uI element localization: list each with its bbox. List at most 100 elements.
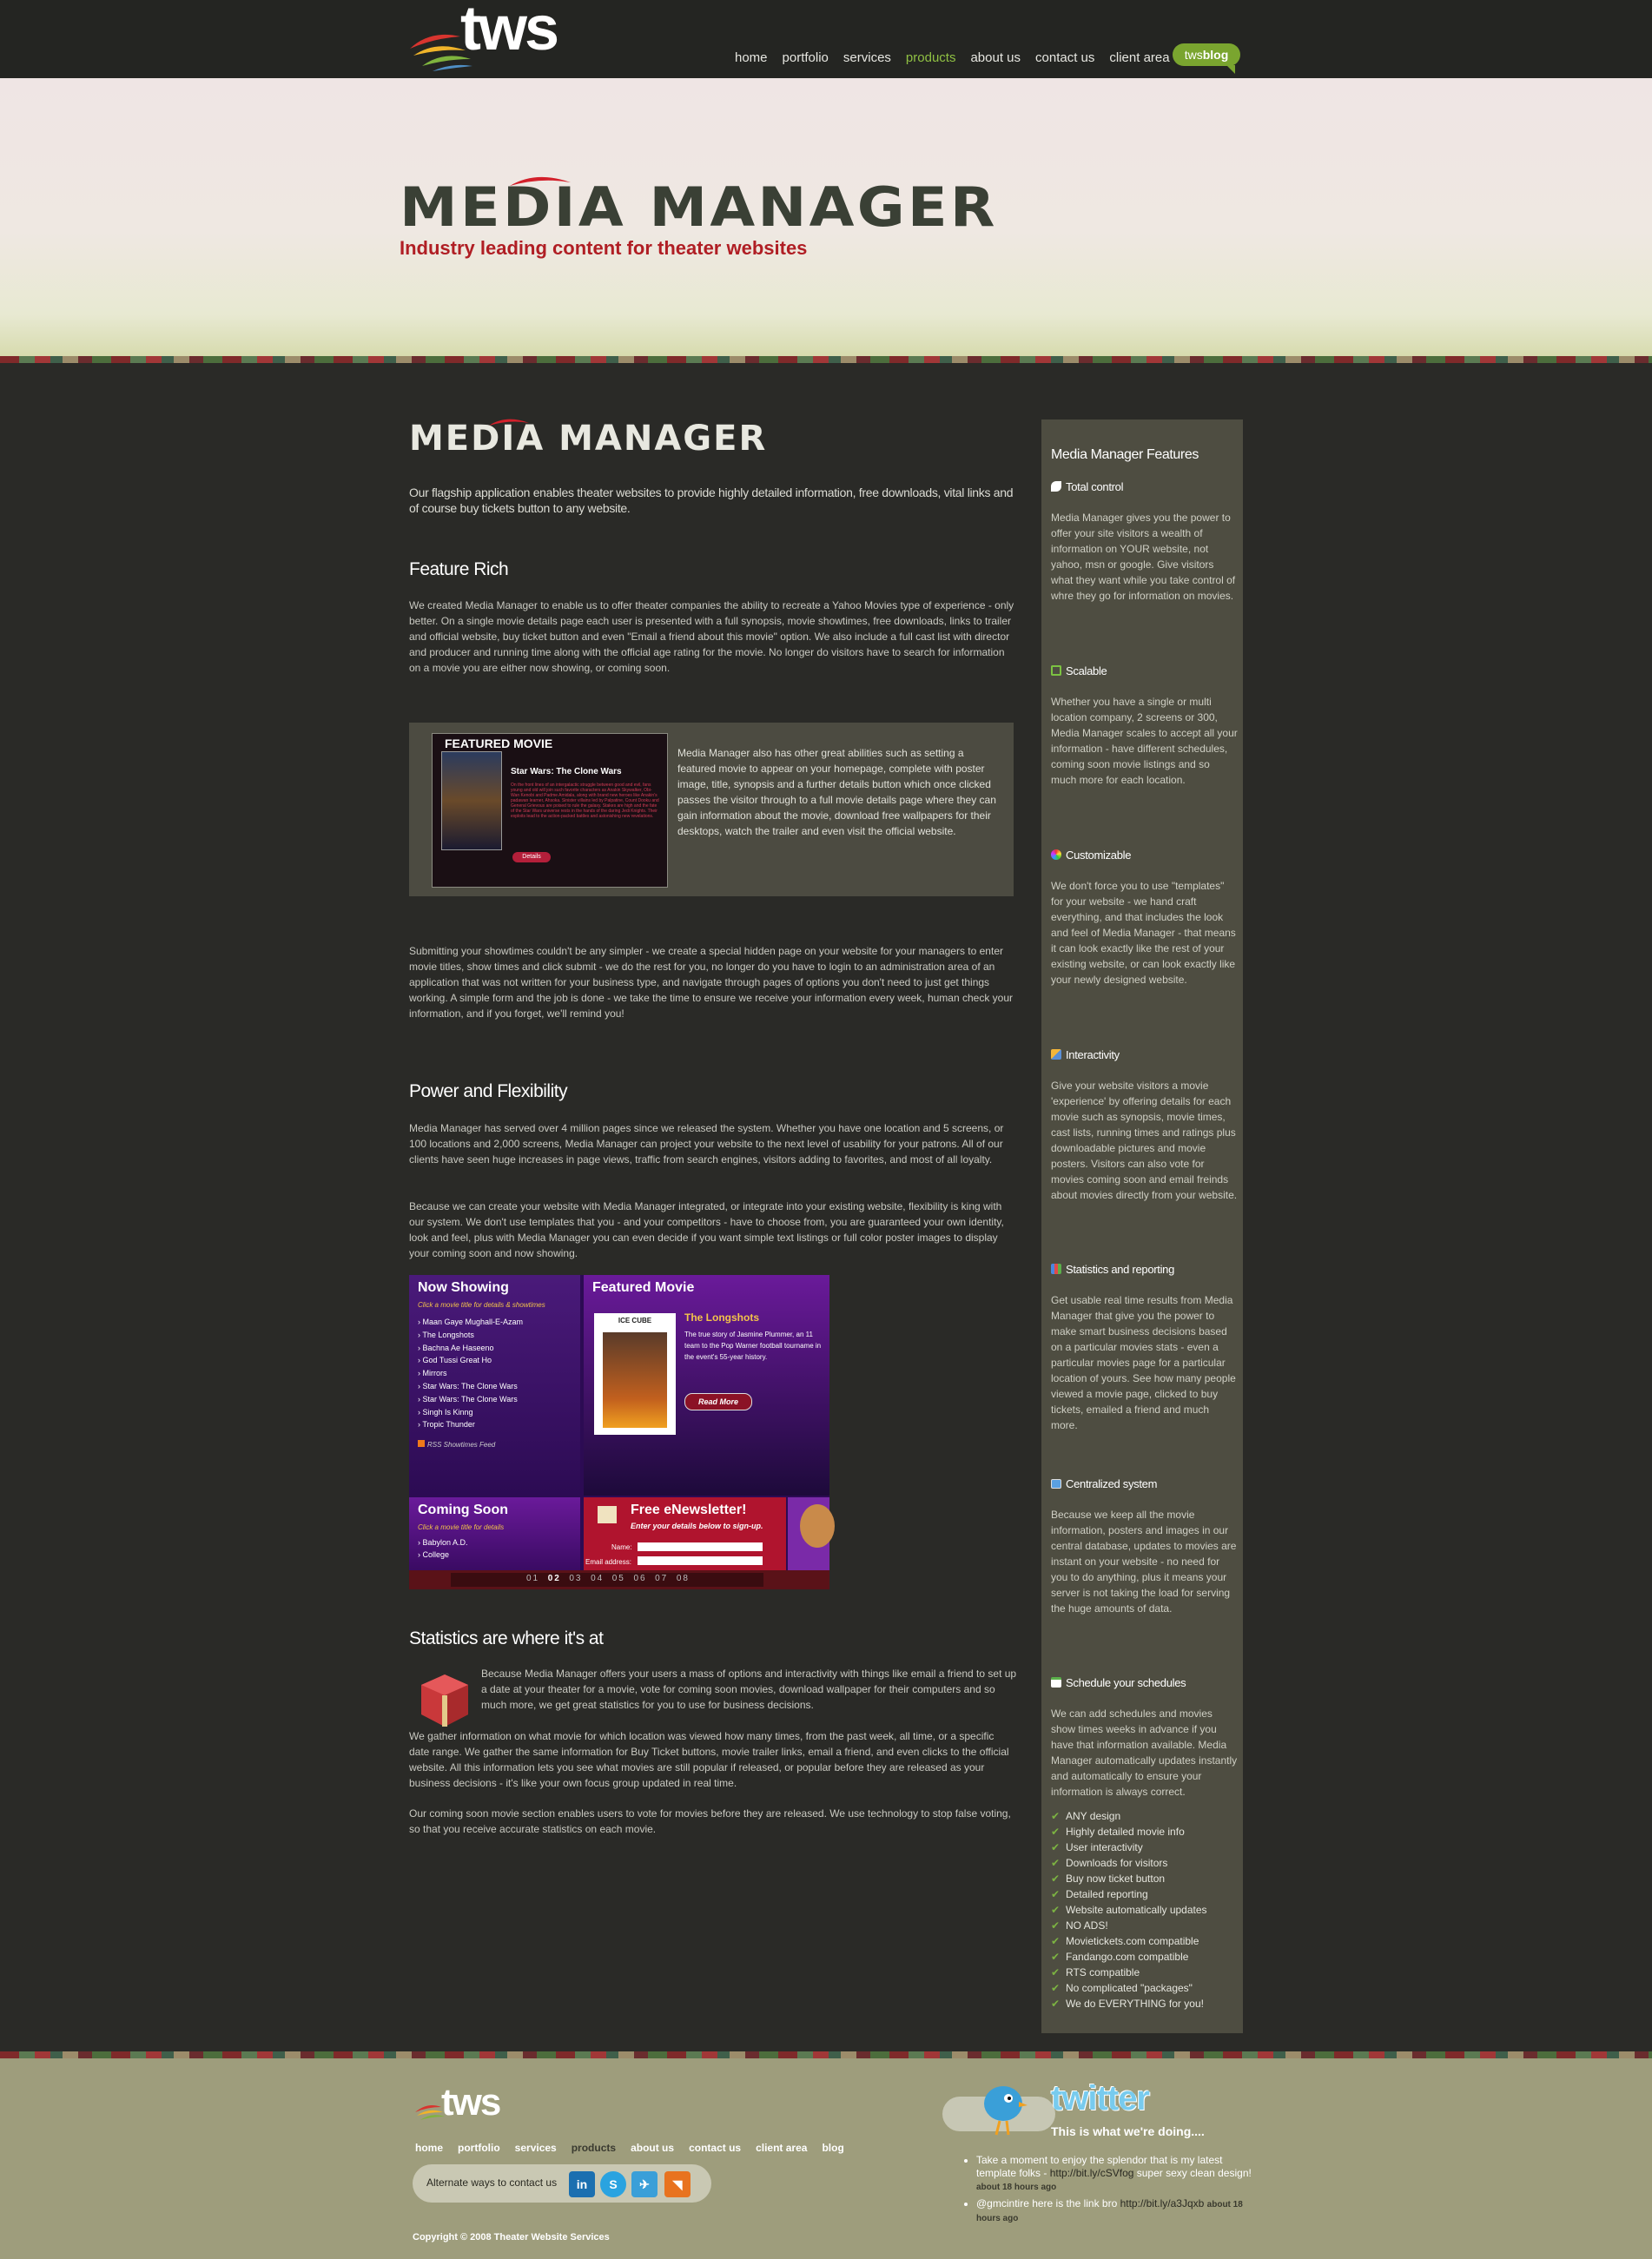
now-item[interactable]: › Mirrors	[418, 1367, 523, 1380]
nav-about-us[interactable]: about us	[970, 50, 1021, 69]
featured-panel-title: Featured Movie	[592, 1280, 695, 1295]
check-item: Detailed reporting	[1051, 1886, 1238, 1902]
check-item: No complicated "packages"	[1051, 1980, 1238, 1996]
heading-power: Power and Flexibility	[409, 1081, 568, 1101]
heading-feature-rich: Feature Rich	[409, 559, 509, 579]
footer-nav-services[interactable]: services	[515, 2142, 557, 2154]
blog-button[interactable]: twsblog	[1173, 43, 1240, 74]
now-item[interactable]: › Bachna Ae Haseeno	[418, 1342, 523, 1355]
pager-item-active[interactable]: 02	[548, 1574, 561, 1583]
feature-text: We don't force you to use "templates" fo…	[1051, 880, 1236, 986]
twitter-wordmark[interactable]: twitter	[1051, 2079, 1150, 2118]
linkedin-icon[interactable]: in	[569, 2171, 595, 2197]
nav-client-area[interactable]: client area	[1109, 50, 1169, 69]
footer-nav-home[interactable]: home	[415, 2142, 443, 2154]
nav-portfolio[interactable]: portfolio	[783, 50, 829, 69]
now-item[interactable]: › God Tussi Great Ho	[418, 1354, 523, 1367]
check-item: Fandango.com compatible	[1051, 1949, 1238, 1965]
rss-link[interactable]: RSS Showtimes Feed	[418, 1440, 495, 1449]
power-text-2: Because we can create your website with …	[409, 1200, 1004, 1259]
rss-icon[interactable]: ◥	[664, 2171, 691, 2197]
email-label: Email address:	[585, 1558, 631, 1566]
now-item[interactable]: › The Longshots	[418, 1329, 523, 1342]
check-item: Website automatically updates	[1051, 1902, 1238, 1918]
blog-prefix: tws	[1184, 48, 1203, 62]
now-item[interactable]: › Singh Is Kinng	[418, 1406, 523, 1419]
newsletter-title: Free eNewsletter!	[631, 1503, 747, 1517]
check-item: Movietickets.com compatible	[1051, 1933, 1238, 1949]
footer-nav-portfolio[interactable]: portfolio	[458, 2142, 500, 2154]
pager-item[interactable]: 05	[612, 1574, 625, 1583]
feature-heading-schedule: Schedule your schedules	[1051, 1676, 1186, 1689]
feature-text: We can add schedules and movies show tim…	[1051, 1707, 1238, 1798]
newsletter-sub: Enter your details below to sign-up.	[631, 1522, 763, 1530]
pager-item[interactable]: 01	[526, 1574, 539, 1583]
heading-stats: Statistics are where it's at	[409, 1628, 604, 1648]
featured-panel: Featured Movie ICE CUBE The Longshots Th…	[584, 1275, 829, 1496]
check-item: Downloads for visitors	[1051, 1855, 1238, 1871]
feature-checklist: ANY design Highly detailed movie info Us…	[1051, 1808, 1238, 2011]
check-item: ANY design	[1051, 1808, 1238, 1824]
tweet-link[interactable]: http://bit.ly/cSVfog	[1050, 2167, 1134, 2179]
footer-nav-contact-us[interactable]: contact us	[689, 2142, 741, 2154]
feature-heading-centralized: Centralized system	[1051, 1477, 1157, 1490]
logo-text[interactable]: tws	[460, 0, 559, 64]
site-header: tws home portfolio services products abo…	[0, 0, 1652, 78]
pager-item[interactable]: 07	[655, 1574, 668, 1583]
hero-banner: MEDIA MANAGER Industry leading content f…	[0, 78, 1652, 356]
scale-icon	[1051, 665, 1061, 676]
footer-nav-client-area[interactable]: client area	[756, 2142, 807, 2154]
feature-text: Get usable real time results from Media …	[1051, 1294, 1236, 1431]
skype-icon[interactable]: S	[600, 2171, 626, 2197]
now-item[interactable]: › Star Wars: The Clone Wars	[418, 1393, 523, 1406]
color-wheel-icon	[1051, 849, 1061, 860]
nav-contact-us[interactable]: contact us	[1035, 50, 1094, 69]
name-input[interactable]	[638, 1542, 763, 1551]
pager-item[interactable]: 03	[569, 1574, 582, 1583]
power-text-1: Media Manager has served over 4 million …	[409, 1122, 1004, 1166]
sidebar-title: Media Manager Features	[1051, 447, 1199, 462]
feature-heading-interactivity: Interactivity	[1051, 1048, 1120, 1061]
calendar-icon	[1051, 1677, 1061, 1688]
pager-item[interactable]: 04	[591, 1574, 604, 1583]
twitter-bird-icon[interactable]: ✈	[631, 2171, 657, 2197]
details-button[interactable]: Details	[512, 852, 551, 862]
feature-rich-text: We created Media Manager to enable us to…	[409, 599, 1014, 674]
tweet-item: @gmcintire here is the link bro http://b…	[976, 2197, 1254, 2225]
footer-nav-products[interactable]: products	[572, 2142, 616, 2154]
mascot-face	[800, 1504, 835, 1548]
footer-nav-about-us[interactable]: about us	[631, 2142, 674, 2154]
now-showing-title: Now Showing	[418, 1280, 509, 1295]
now-item[interactable]: › Maan Gaye Mughall-E-Azam	[418, 1316, 523, 1329]
coming-item[interactable]: › Babylon A.D.	[418, 1536, 468, 1549]
pager-item[interactable]: 06	[633, 1574, 646, 1583]
now-showing-hint: Click a movie title for details & showti…	[418, 1301, 545, 1309]
check-item: User interactivity	[1051, 1840, 1238, 1855]
bar-chart-icon	[1051, 1264, 1061, 1274]
feature-heading-scalable: Scalable	[1051, 664, 1107, 677]
nav-home[interactable]: home	[735, 50, 768, 69]
feature-text: Whether you have a single or multi locat…	[1051, 696, 1238, 786]
email-input[interactable]	[638, 1556, 763, 1565]
section-title: MEDIA MANAGER	[409, 419, 768, 459]
featured-movie-box: FEATURED MOVIE Star Wars: The Clone Wars…	[409, 723, 1014, 896]
pager-item[interactable]: 08	[677, 1574, 690, 1583]
tweet-link[interactable]: http://bit.ly/a3Jqxb	[1120, 2197, 1205, 2209]
tweet-item: Take a moment to enjoy the splendor that…	[976, 2154, 1254, 2194]
featured-movie-screenshot[interactable]: FEATURED MOVIE Star Wars: The Clone Wars…	[432, 733, 668, 888]
now-item[interactable]: › Tropic Thunder	[418, 1418, 523, 1431]
fm-img-title: FEATURED MOVIE	[445, 736, 553, 750]
twitter-widget-header: twitter This is what we're doing....	[942, 2077, 1238, 2138]
coming-item[interactable]: › College	[418, 1549, 468, 1561]
poster-credit: ICE CUBE	[618, 1317, 652, 1324]
contact-methods: Alternate ways to contact us in S ✈ ◥	[413, 2164, 711, 2203]
footer-nav-blog[interactable]: blog	[822, 2142, 843, 2154]
nav-products[interactable]: products	[906, 50, 956, 69]
read-more-button[interactable]: Read More	[684, 1393, 752, 1410]
tweet-mention[interactable]: @gmcintire	[976, 2197, 1029, 2209]
feature-text: Because we keep all the movie informatio…	[1051, 1509, 1237, 1615]
features-sidebar: Media Manager Features Total control Med…	[1041, 419, 1243, 2033]
nav-services[interactable]: services	[843, 50, 891, 69]
now-item[interactable]: › Star Wars: The Clone Wars	[418, 1380, 523, 1393]
check-item: We do EVERYTHING for you!	[1051, 1996, 1238, 2011]
